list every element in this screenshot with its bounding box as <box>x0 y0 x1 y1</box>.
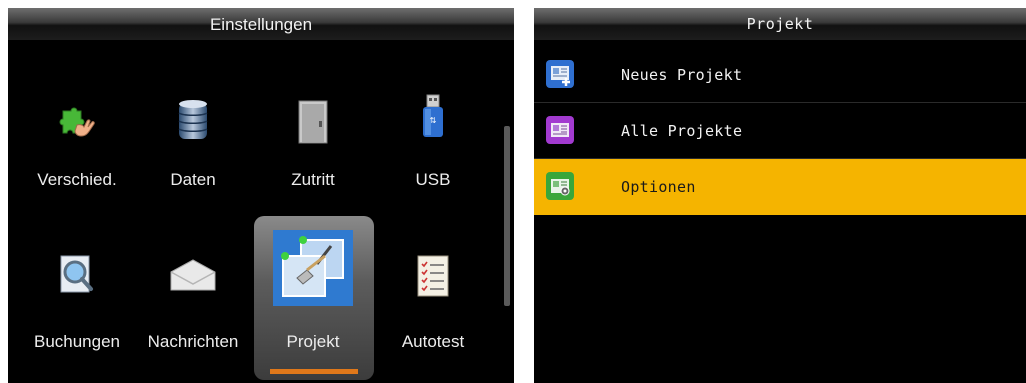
tile-autotest[interactable]: Autotest <box>374 248 492 378</box>
all-projects-icon <box>546 116 574 144</box>
menu-item-options[interactable]: Optionen <box>534 159 1026 215</box>
envelope-icon <box>169 258 217 296</box>
tile-label: Autotest <box>401 332 465 351</box>
tile-label: Nachrichten <box>147 332 239 351</box>
database-icon <box>176 99 210 147</box>
magnifier-document-icon <box>57 252 97 302</box>
settings-title: Einstellungen <box>8 8 514 41</box>
tile-label: Zutritt <box>291 170 335 189</box>
door-icon <box>295 99 331 149</box>
puzzle-hand-icon <box>57 103 97 147</box>
menu-item-new-project[interactable]: Neues Projekt <box>534 47 1026 103</box>
menu-item-label: Optionen <box>621 178 696 196</box>
project-tools-icon <box>273 230 353 310</box>
checklist-icon <box>415 254 451 302</box>
tile-nachrichten[interactable]: Nachrichten <box>134 248 252 378</box>
tile-label: Daten <box>170 170 216 189</box>
selection-bar <box>270 369 358 374</box>
tile-daten[interactable]: Daten <box>134 93 252 223</box>
tile-label: Projekt <box>286 332 340 351</box>
tile-usb[interactable]: ⇅ USB <box>374 93 492 223</box>
menu-item-label: Alle Projekte <box>621 122 743 140</box>
settings-screen: Einstellungen Verschied. Daten Zutritt ⇅… <box>8 8 514 383</box>
usb-stick-icon: ⇅ <box>419 93 447 147</box>
menu-item-label: Neues Projekt <box>621 66 743 84</box>
menu-item-all-projects[interactable]: Alle Projekte <box>534 103 1026 159</box>
options-icon <box>546 172 574 200</box>
new-project-icon <box>546 60 574 88</box>
tile-label: USB <box>415 170 451 189</box>
tile-projekt[interactable]: Projekt <box>254 216 374 380</box>
tile-verschied[interactable]: Verschied. <box>18 93 136 223</box>
tile-zutritt[interactable]: Zutritt <box>254 93 372 223</box>
tile-buchungen[interactable]: Buchungen <box>18 248 136 378</box>
project-screen: Projekt Neues Projekt Alle Projekte Opti… <box>534 8 1026 383</box>
scrollbar[interactable] <box>504 126 510 306</box>
svg-text:⇅: ⇅ <box>430 116 437 125</box>
project-title: Projekt <box>534 8 1026 41</box>
